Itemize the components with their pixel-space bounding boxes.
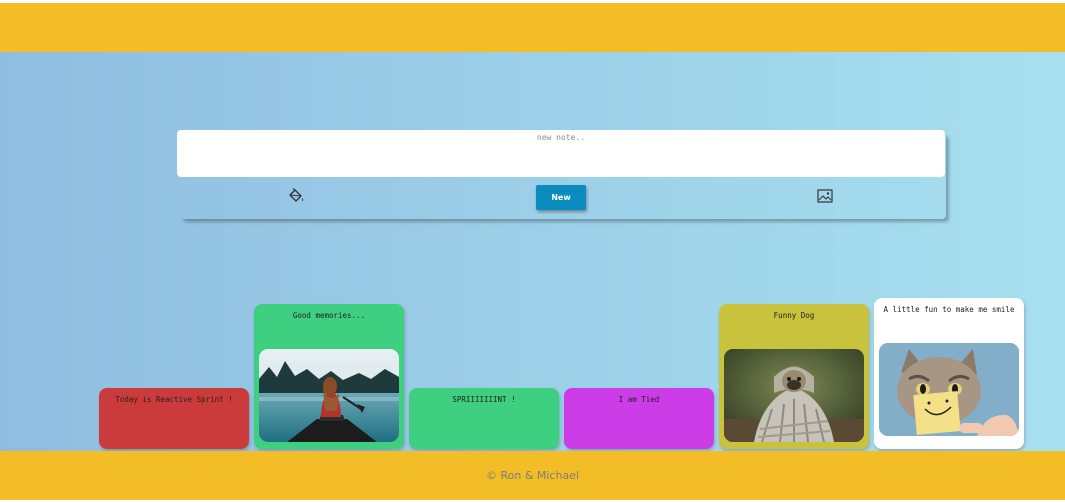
note-card[interactable]: I am Tied: [564, 388, 714, 449]
note-card[interactable]: SPRIIIIIIINT !: [409, 388, 559, 449]
note-text: A little fun to make me smile: [883, 305, 1015, 314]
image-icon: [817, 189, 833, 203]
note-text: I am Tied: [618, 395, 660, 404]
top-bar: [0, 3, 1065, 52]
new-note-input[interactable]: [177, 130, 945, 177]
note-text: SPRIIIIIIINT !: [452, 395, 516, 404]
note-card[interactable]: Funny Dog: [719, 304, 869, 449]
note-text: Today is Reactive Sprint !: [115, 395, 233, 404]
note-card[interactable]: Good memories...: [254, 304, 404, 449]
note-text: Good memories...: [292, 311, 366, 320]
new-note-button[interactable]: New: [536, 185, 586, 210]
footer-copyright: © Ron & Michael: [485, 469, 580, 482]
add-image-button[interactable]: [816, 187, 834, 205]
footer: © Ron & Michael: [0, 451, 1065, 500]
note-image: [724, 349, 864, 442]
note-card[interactable]: A little fun to make me smile: [874, 298, 1024, 449]
color-picker-button[interactable]: [286, 187, 306, 205]
note-image: [259, 349, 399, 442]
paint-bucket-icon: [289, 188, 304, 202]
note-card[interactable]: Today is Reactive Sprint !: [99, 388, 249, 449]
note-text: Funny Dog: [773, 311, 815, 320]
note-image: [879, 343, 1019, 436]
